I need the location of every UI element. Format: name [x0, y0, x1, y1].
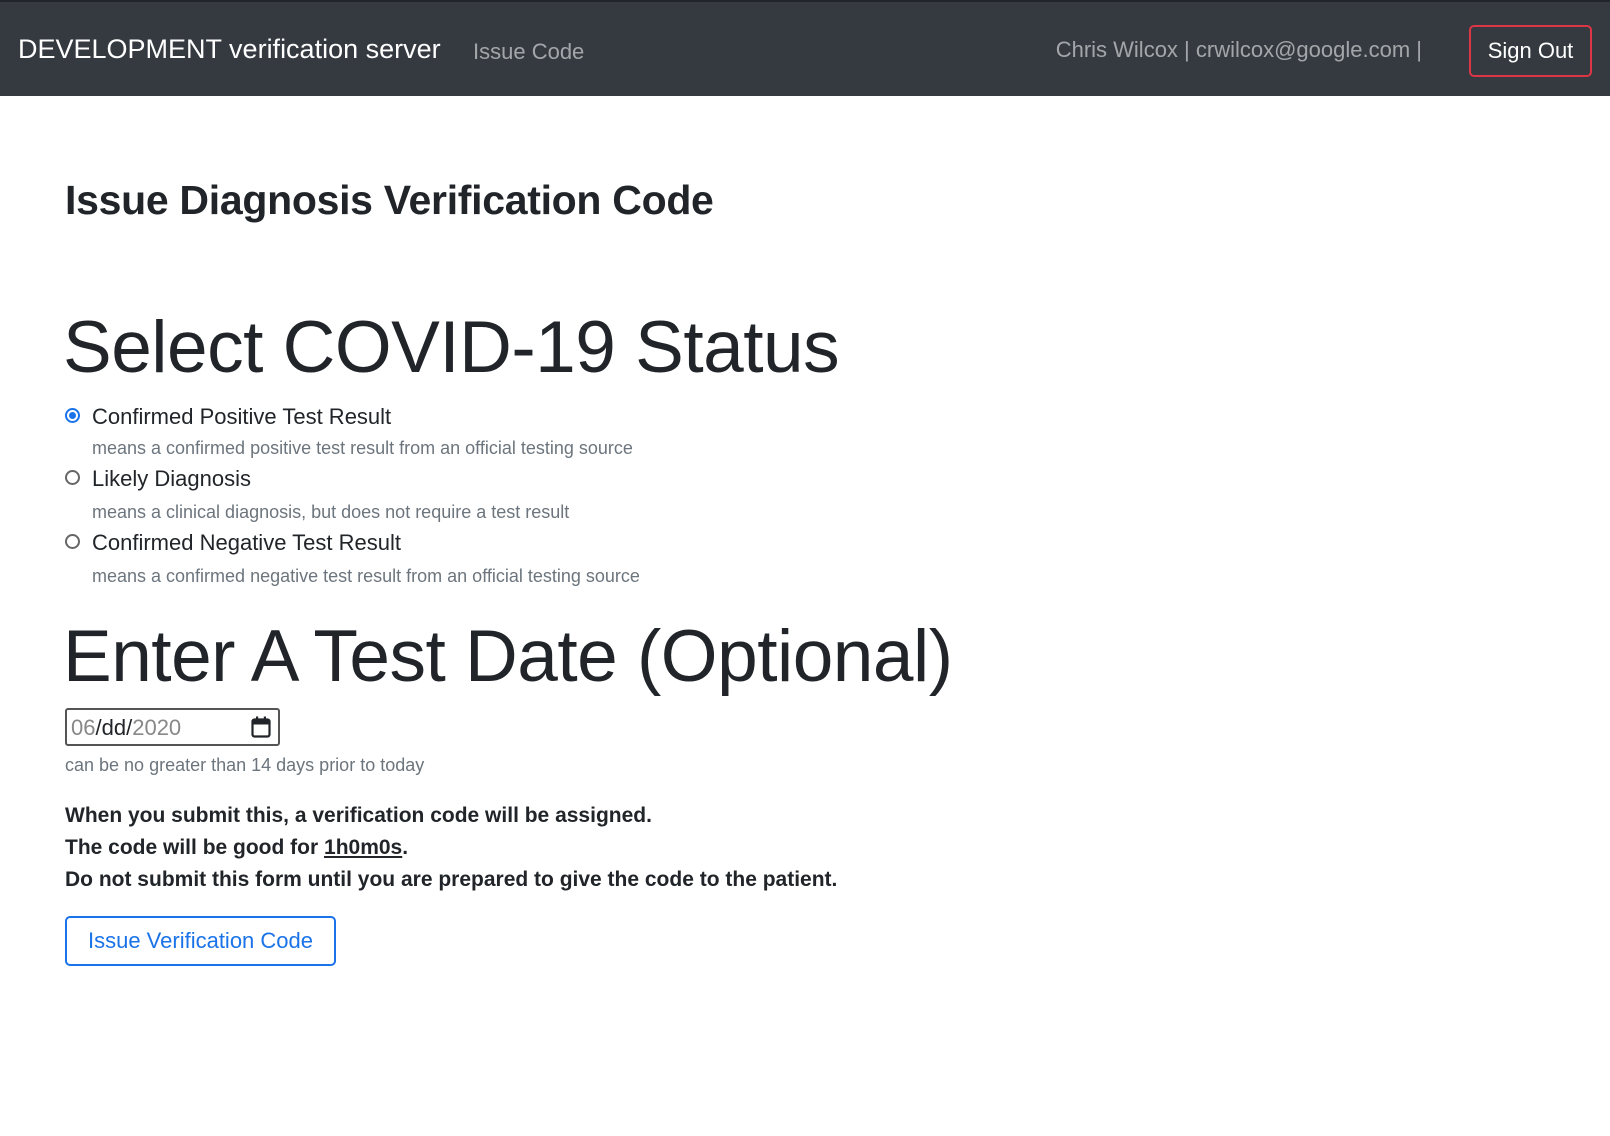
date-help-text: can be no greater than 14 days prior to …	[65, 755, 425, 775]
radio-label-positive[interactable]: Confirmed Positive Test Result	[92, 403, 391, 431]
notice-line-2: The code will be good for 1h0m0s.	[65, 832, 837, 864]
notice-line-3: Do not submit this form until you are pr…	[65, 868, 838, 891]
help-text-negative: means a confirmed negative test result f…	[92, 566, 640, 586]
nav-link-issue-code[interactable]: Issue Code	[473, 38, 584, 66]
date-value[interactable]: 06/dd/2020	[71, 715, 181, 741]
sign-out-button[interactable]: Sign Out	[1469, 25, 1592, 77]
code-duration: 1h0m0s	[324, 836, 403, 859]
calendar-icon[interactable]	[251, 716, 271, 738]
page-title: Issue Diagnosis Verification Code	[65, 177, 714, 223]
date-year[interactable]: 2020	[132, 715, 181, 740]
notice-line-2-prefix: The code will be good for	[65, 836, 325, 859]
radio-positive[interactable]	[65, 408, 80, 423]
help-text-positive: means a confirmed positive test result f…	[92, 438, 633, 458]
date-day[interactable]: dd	[102, 715, 126, 740]
notice-line-1: When you submit this, a verification cod…	[65, 804, 652, 827]
notice-line-2-suffix: .	[402, 836, 409, 859]
status-section-heading: Select COVID-19 Status	[63, 307, 840, 388]
issue-verification-code-button[interactable]: Issue Verification Code	[65, 916, 336, 966]
user-info: Chris Wilcox | crwilcox@google.com |	[1055, 37, 1422, 62]
radio-label-likely[interactable]: Likely Diagnosis	[92, 465, 251, 493]
date-month[interactable]: 06	[71, 715, 95, 740]
test-date-input[interactable]: 06/dd/2020	[65, 708, 280, 746]
app-brand[interactable]: DEVELOPMENT verification server	[18, 32, 441, 66]
help-text-likely: means a clinical diagnosis, but does not…	[92, 502, 570, 522]
date-section-heading: Enter A Test Date (Optional)	[63, 616, 953, 697]
submit-notice: When you submit this, a verification cod…	[65, 800, 837, 896]
radio-likely[interactable]	[65, 470, 80, 485]
top-navbar: DEVELOPMENT verification server Issue Co…	[0, 0, 1610, 96]
radio-label-negative[interactable]: Confirmed Negative Test Result	[92, 529, 401, 557]
radio-negative[interactable]	[65, 534, 80, 549]
